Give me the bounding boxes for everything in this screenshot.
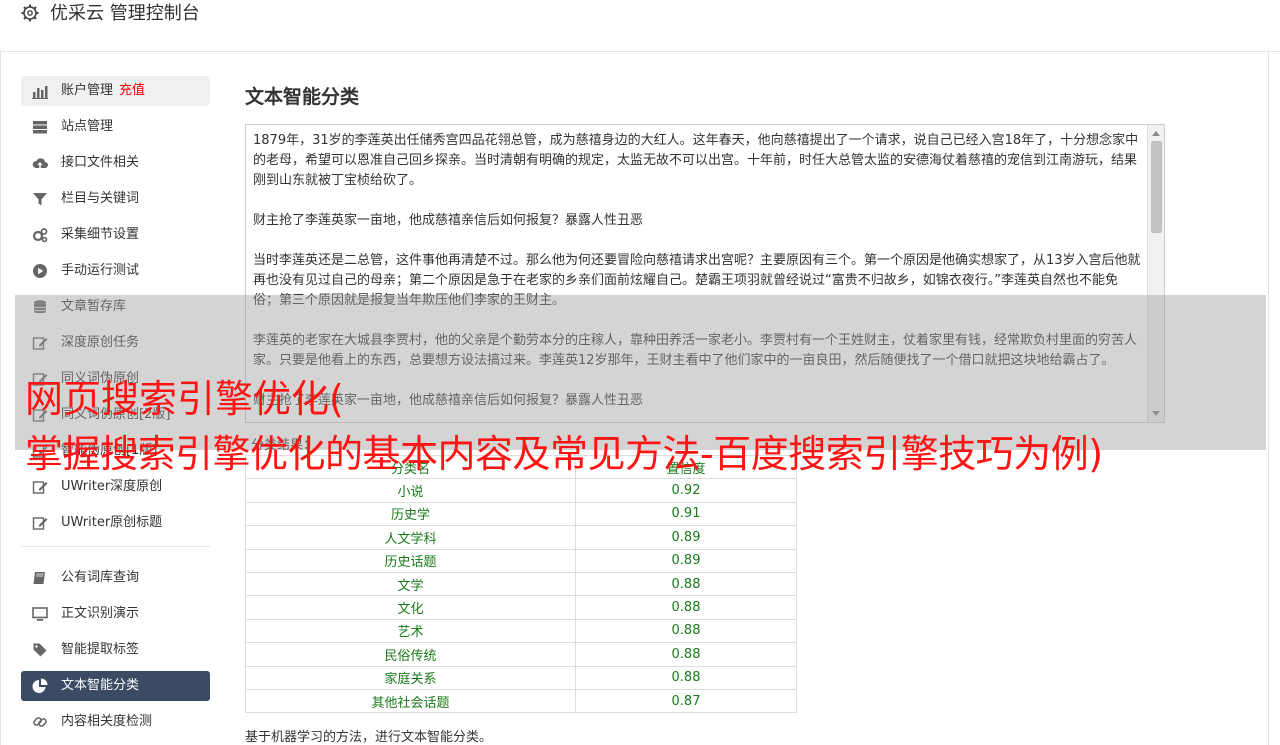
sidebar-item-label: UWriter原创标题	[61, 515, 163, 530]
category-cell: 人文学科	[245, 525, 576, 550]
category-cell: 艺术	[245, 618, 576, 644]
sidebar-item-label: 站点管理	[61, 119, 114, 134]
table-row: 历史学 0.91	[245, 501, 797, 527]
sidebar-item-label: 内容相关度检测	[61, 714, 153, 729]
text-paragraph: 1879年，31岁的李莲英出任储秀宫四品花翎总管，成为慈禧身边的大红人。这年春天…	[253, 133, 1139, 188]
right-border	[1268, 0, 1269, 745]
table-row: 文学 0.88	[245, 571, 797, 597]
category-cell: 文化	[245, 595, 576, 620]
footer-note: 基于机器学习的方法，进行文本智能分类。	[245, 730, 493, 745]
edit-icon	[32, 517, 48, 530]
scroll-up-icon[interactable]	[1152, 131, 1160, 136]
sidebar-item-b-3[interactable]: 文本智能分类	[21, 671, 210, 701]
category-cell: 小说	[245, 478, 576, 503]
sidebar-item-label: 手动运行测试	[61, 263, 140, 278]
sidebar-item-label: 接口文件相关	[61, 155, 140, 170]
category-cell: 家庭关系	[245, 665, 576, 690]
table-row: 文化 0.88	[245, 595, 797, 620]
sidebar-item-a-12[interactable]: UWriter原创标题	[21, 508, 210, 538]
confidence-cell: 0.88	[575, 642, 797, 667]
gear-icon	[21, 4, 39, 22]
category-cell: 历史学	[245, 501, 576, 527]
sidebar-item-a-3[interactable]: 栏目与关键词	[21, 184, 210, 214]
confidence-cell: 0.91	[575, 501, 797, 527]
classification-table: 分类名 置信度 小说 0.92 历史学 0.91 人文学科 0.89 历史话题 0.89 文学 0…	[245, 454, 797, 714]
confidence-cell: 0.88	[575, 665, 797, 690]
top-bar: 优采云 管理控制台	[0, 0, 1280, 52]
table-row: 历史话题 0.89	[245, 548, 797, 573]
book-icon	[33, 572, 45, 584]
confidence-cell: 0.87	[575, 688, 797, 714]
sidebar-item-a-2[interactable]: 接口文件相关	[21, 148, 210, 178]
sidebar-divider	[21, 546, 210, 547]
sidebar-item-label: 采集细节设置	[61, 227, 140, 242]
sidebar-item-a-0[interactable]: 账户管理 充值	[21, 76, 210, 106]
confidence-cell: 0.88	[575, 571, 797, 597]
confidence-cell: 0.88	[575, 595, 797, 620]
sidebar-item-b-0[interactable]: 公有词库查询	[21, 563, 210, 593]
confidence-cell: 0.88	[575, 618, 797, 644]
sidebar-item-b-1[interactable]: 正文识别演示	[21, 599, 210, 629]
sidebar-item-label: 栏目与关键词	[61, 191, 140, 206]
recharge-link[interactable]: 充值	[119, 83, 145, 98]
table-row: 民俗传统 0.88	[245, 642, 797, 667]
console-title: 优采云 管理控制台	[50, 3, 200, 24]
monitor-icon	[32, 607, 48, 621]
confidence-cell: 0.92	[575, 478, 797, 503]
table-row: 人文学科 0.89	[245, 525, 797, 550]
filter-icon	[33, 193, 47, 206]
sidebar-item-a-1[interactable]: 站点管理	[21, 112, 210, 142]
category-cell: 其他社会话题	[245, 688, 576, 714]
confidence-cell: 0.89	[575, 525, 797, 550]
left-border	[0, 0, 1, 745]
scroll-thumb[interactable]	[1151, 141, 1162, 233]
pie-chart-icon	[32, 678, 48, 693]
sidebar-item-label: 公有词库查询	[61, 570, 140, 585]
text-paragraph: 财主抢了李莲英家一亩地，他成慈禧亲信后如何报复？暴露人性丑恶	[253, 213, 644, 228]
play-circle-icon	[33, 264, 47, 278]
gears-icon	[32, 228, 48, 243]
category-cell: 文学	[245, 571, 576, 597]
tag-icon	[33, 643, 47, 657]
bar-chart-icon	[32, 86, 48, 99]
page-title: 文本智能分类	[245, 86, 360, 108]
table-row: 艺术 0.88	[245, 618, 797, 644]
overlay-headline-line2: 掌握搜索引擎优化的基本内容及常见方法-百度搜索引擎技巧为例)	[25, 432, 1103, 476]
cloud-upload-icon	[32, 158, 48, 168]
table-row: 家庭关系 0.88	[245, 665, 797, 690]
table-row: 小说 0.92	[245, 478, 797, 503]
category-cell: 民俗传统	[245, 642, 576, 667]
overlay-headline-line1: 网页搜索引擎优化(	[25, 377, 344, 421]
table-row: 其他社会话题 0.87	[245, 688, 797, 714]
confidence-cell: 0.89	[575, 548, 797, 573]
sidebar-item-b-2[interactable]: 智能提取标签	[21, 635, 210, 665]
sidebar-item-label: 正文识别演示	[61, 606, 140, 621]
sidebar-item-b-4[interactable]: 内容相关度检测	[21, 707, 210, 737]
sidebar-item-label: 账户管理	[61, 83, 114, 98]
watermark-overlay	[15, 295, 1266, 450]
sidebar-item-label: 智能提取标签	[61, 642, 140, 657]
sidebar-item-a-5[interactable]: 手动运行测试	[21, 256, 210, 286]
sidebar-item-label: 文本智能分类	[61, 678, 140, 693]
edit-icon	[32, 481, 48, 494]
sidebar-item-label: UWriter深度原创	[61, 479, 163, 494]
server-icon	[33, 121, 47, 134]
sidebar-item-a-4[interactable]: 采集细节设置	[21, 220, 210, 250]
link-icon	[33, 717, 47, 727]
category-cell: 历史话题	[245, 548, 576, 573]
